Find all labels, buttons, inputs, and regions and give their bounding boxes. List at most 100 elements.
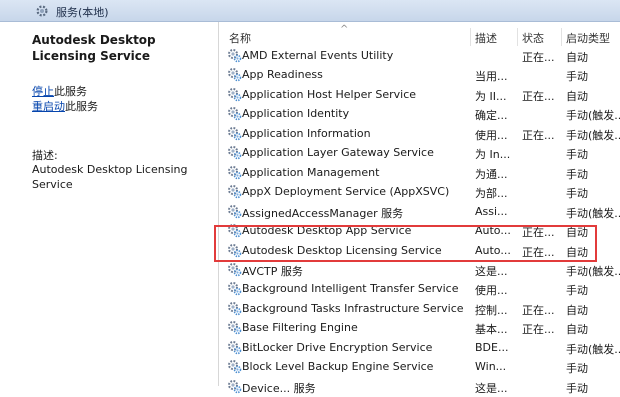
column-description[interactable]: 描述: [475, 30, 497, 46]
service-row[interactable]: AppX Deployment Service (AppXSVC) 为部... 手动: [219, 182, 620, 201]
service-status: 正在...: [522, 51, 555, 64]
service-description-cell: Assi...: [475, 204, 508, 218]
service-name: Base Filtering Engine: [242, 321, 358, 335]
service-startup-type: 手动: [566, 167, 588, 181]
service-name: Autodesk Desktop Licensing Service: [242, 243, 442, 257]
service-name: Application Information: [242, 126, 371, 140]
selected-service-title: Autodesk Desktop Licensing Service: [32, 33, 156, 63]
service-icon: [227, 184, 242, 199]
service-name: App Readiness: [242, 68, 323, 82]
service-startup-type: 手动(触发...: [566, 128, 620, 142]
service-name: Application Identity: [242, 107, 350, 121]
service-icon: [227, 359, 242, 374]
service-name: Application Layer Gateway Service: [242, 146, 434, 160]
service-startup-type: 自动: [566, 89, 588, 103]
stop-service-link[interactable]: 停止: [32, 85, 54, 98]
service-startup-type: 自动: [566, 323, 588, 337]
service-startup-type: 手动: [566, 187, 588, 201]
service-icon: [227, 106, 242, 121]
service-icon: [227, 126, 242, 141]
column-divider[interactable]: [470, 28, 471, 46]
service-icon: [227, 340, 242, 355]
service-startup-type: 自动: [566, 226, 588, 240]
service-icon: [227, 379, 242, 394]
service-startup-type: 手动(触发...: [566, 109, 620, 123]
service-row[interactable]: Autodesk Desktop Licensing Service Auto..…: [219, 241, 620, 260]
service-name: Background Intelligent Transfer Service: [242, 282, 459, 296]
service-icon: [227, 243, 242, 258]
sort-ascending-icon: ^: [340, 24, 349, 35]
service-row[interactable]: Background Tasks Infrastructure Service 控…: [219, 299, 620, 318]
stop-service-suffix: 此服务: [54, 85, 87, 98]
service-description-cell: Auto...: [475, 224, 511, 238]
stop-service-action: 停止此服务: [32, 83, 87, 99]
service-row[interactable]: App Readiness 当用... 手动: [219, 65, 620, 84]
description-label: 描述:: [32, 149, 58, 162]
service-icon: [227, 165, 242, 180]
column-name[interactable]: 名称: [229, 30, 251, 46]
service-description-cell: 这是...: [475, 381, 508, 395]
service-status: 正在...: [522, 303, 555, 317]
service-startup-type: 手动(触发...: [566, 264, 620, 278]
service-description-cell: 确定...: [475, 109, 508, 123]
service-name: Background Tasks Infrastructure Service: [242, 301, 464, 315]
service-row[interactable]: Block Level Backup Engine Service Win... 手…: [219, 357, 620, 376]
gear-icon: [36, 5, 48, 17]
column-divider[interactable]: [561, 28, 562, 46]
service-description-cell: 为通...: [475, 167, 508, 181]
service-description-cell: BDE...: [475, 340, 509, 354]
service-row[interactable]: Application Information 使用... 正在... 手动(触发..…: [219, 124, 620, 143]
service-row[interactable]: Application Identity 确定... 手动(触发...: [219, 104, 620, 123]
service-icon: [227, 320, 242, 335]
service-name: AVCTP 服务: [242, 264, 303, 278]
service-icon: [227, 223, 242, 238]
service-row[interactable]: Application Management 为通... 手动: [219, 163, 620, 182]
column-startup-type[interactable]: 启动类型: [566, 30, 610, 46]
service-description: Autodesk Desktop Licensing Service: [32, 163, 188, 191]
service-name: Application Management: [242, 165, 380, 179]
service-startup-type: 自动: [566, 303, 588, 317]
service-row[interactable]: Base Filtering Engine 基本... 正在... 自动: [219, 318, 620, 337]
column-status[interactable]: 状态: [522, 30, 544, 46]
restart-service-action: 重启动此服务: [32, 98, 98, 114]
column-divider[interactable]: [517, 28, 518, 46]
services-header: 服务(本地): [0, 0, 620, 22]
service-icon: [227, 67, 242, 82]
service-name: AssignedAccessManager 服务: [242, 206, 404, 220]
restart-service-suffix: 此服务: [65, 100, 98, 113]
service-status: 正在...: [522, 128, 555, 142]
service-row[interactable]: Background Intelligent Transfer Service 使…: [219, 279, 620, 298]
service-row[interactable]: Autodesk Desktop App Service Auto... 正在...…: [219, 221, 620, 240]
service-description-cell: 使用...: [475, 284, 508, 298]
service-startup-type: 手动: [566, 381, 588, 395]
service-row[interactable]: Application Host Helper Service 为 II... 正在…: [219, 85, 620, 104]
service-row[interactable]: Application Layer Gateway Service 为 In...…: [219, 143, 620, 162]
service-row[interactable]: AVCTP 服务 这是... 手动(触发...: [219, 260, 620, 279]
service-name: AMD External Events Utility: [242, 49, 394, 62]
service-icon: [227, 145, 242, 160]
service-status: 正在...: [522, 89, 555, 103]
service-row[interactable]: AssignedAccessManager 服务 Assi... 手动(触发...: [219, 202, 620, 221]
service-description-cell: 基本...: [475, 323, 508, 337]
service-row[interactable]: Device... 服务 这是... 手动: [219, 377, 620, 396]
service-status: 正在...: [522, 245, 555, 259]
service-startup-type: 手动: [566, 70, 588, 84]
service-description-cell: 使用...: [475, 128, 508, 142]
restart-service-link[interactable]: 重启动: [32, 100, 65, 113]
service-startup-type: 手动(触发...: [566, 206, 620, 220]
service-detail-pane: Autodesk Desktop Licensing Service 停止此服务…: [0, 22, 219, 386]
service-icon: [227, 204, 242, 219]
service-startup-type: 自动: [566, 245, 588, 259]
service-startup-type: 手动: [566, 362, 588, 376]
service-description-cell: 当用...: [475, 70, 508, 84]
service-description-cell: 为 II...: [475, 89, 507, 103]
service-icon: [227, 301, 242, 316]
service-row[interactable]: AMD External Events Utility 正在... 自动: [219, 46, 620, 65]
service-row[interactable]: BitLocker Drive Encryption Service BDE...…: [219, 338, 620, 357]
services-list: ^ 名称 描述 状态 启动类型 AMD External Events Util…: [219, 22, 620, 395]
service-icon: [227, 48, 242, 63]
service-description-cell: Win...: [475, 360, 507, 374]
service-name: Autodesk Desktop App Service: [242, 224, 412, 238]
service-name: Application Host Helper Service: [242, 87, 417, 101]
service-description-cell: 为部...: [475, 187, 508, 201]
